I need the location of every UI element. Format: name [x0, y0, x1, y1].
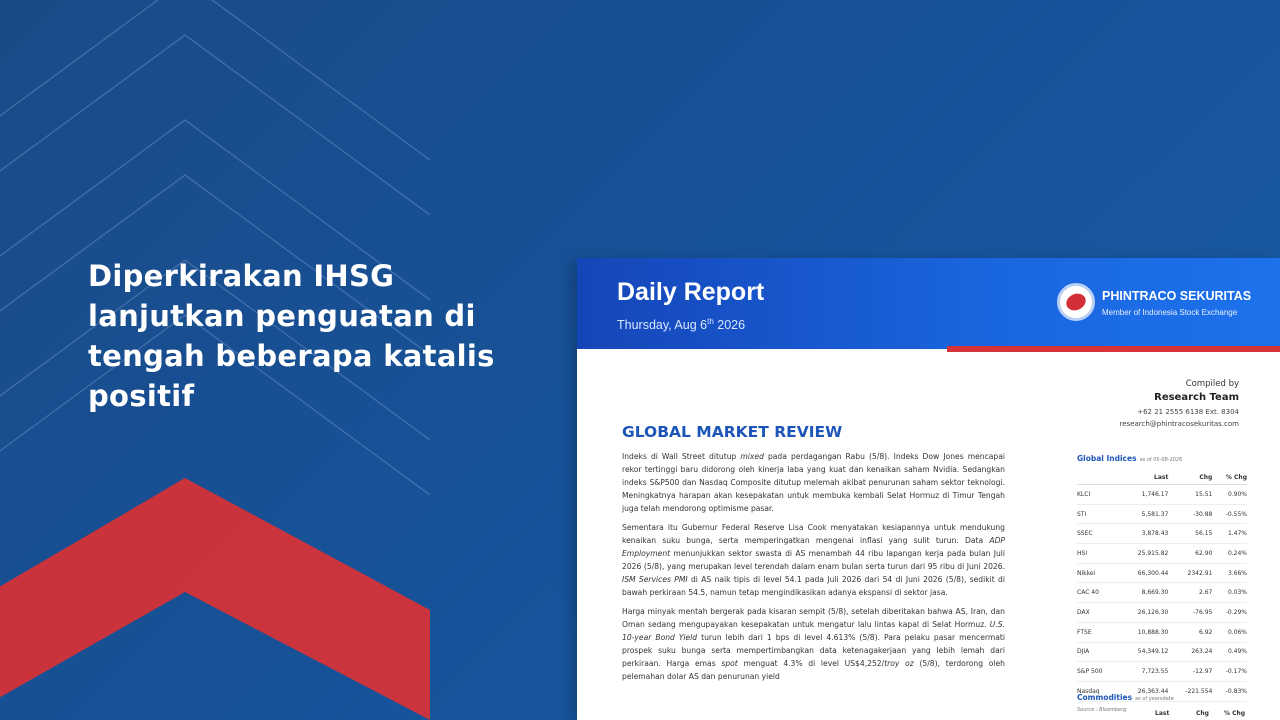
- table-cell: 66,300.44: [1118, 563, 1169, 584]
- brand-name: PHINTRACO SEKURITAS: [1102, 289, 1252, 303]
- table-cell: 8,669.30: [1118, 582, 1169, 604]
- column-header: Chg: [1196, 710, 1209, 717]
- table-cell: -12.97: [1168, 661, 1213, 682]
- table-cell: -30.88: [1168, 504, 1213, 525]
- column-header: % Chg: [1224, 710, 1246, 717]
- table-cell: 1,746.17: [1118, 484, 1169, 505]
- daily-report-document: Daily Report Thursday, Aug 6th 2026 PHIN…: [577, 258, 1280, 720]
- table-cell: 3.66%: [1212, 563, 1247, 584]
- table-row: KLCI 1,746.17 15.51 0.90%: [1077, 484, 1247, 505]
- table-cell: FTSE: [1077, 622, 1119, 643]
- table-cell: -0.17%: [1212, 661, 1247, 682]
- table-cell: 25,915.82: [1118, 543, 1169, 564]
- report-title: Daily Report: [617, 278, 765, 306]
- global-indices-title: Global Indices as of 05-08-2026: [1077, 454, 1183, 463]
- compiled-phone: +62 21 2555 6138 Ext. 8304: [1137, 408, 1239, 416]
- table-cell: -221.554: [1168, 681, 1213, 702]
- table-cell: 5,581.37: [1118, 504, 1169, 525]
- table-cell: 15.51: [1168, 484, 1213, 505]
- table-cell: -76.95: [1168, 602, 1213, 623]
- table-cell: 1.47%: [1212, 523, 1247, 545]
- table-cell: 0.06%: [1212, 622, 1247, 643]
- column-header: % Chg: [1212, 471, 1247, 485]
- column-header: [1077, 471, 1119, 485]
- table-cell: 54,349.12: [1118, 642, 1169, 663]
- table-cell: 10,888.30: [1118, 622, 1169, 643]
- paragraph-3: Harga minyak mentah bergerak pada kisara…: [622, 607, 1005, 681]
- table-row: STI 5,581.37 -30.88 -0.55%: [1077, 504, 1247, 525]
- compiled-label: Compiled by: [1185, 379, 1239, 389]
- commodities-title: Commodities as of yearsdate: [1077, 693, 1174, 702]
- table-cell: CAC 40: [1077, 582, 1119, 604]
- global-indices-table: Last Chg% Chg KLCI 1,746.17 15.51 0.90% STI 5,…: [1077, 471, 1247, 702]
- table-cell: 26,126.30: [1118, 602, 1169, 623]
- table-row: DAX 26,126.30 -76.95 -0.29%: [1077, 602, 1247, 623]
- global-indices-panel: Global Indices as of 05-08-2026 Last Chg% …: [1077, 454, 1247, 713]
- table-cell: 0.24%: [1212, 543, 1247, 564]
- table-row: SSEC 3,878.43 56.15 1.47%: [1077, 523, 1247, 545]
- table-cell: 0.03%: [1212, 582, 1247, 604]
- paragraph-1: Indeks di Wall Street ditutup mixed pada…: [622, 452, 1005, 513]
- table-cell: 6.92: [1168, 622, 1213, 643]
- table-row: FTSE 10,888.30 6.92 0.06%: [1077, 622, 1247, 643]
- column-header: Last: [1155, 710, 1170, 717]
- table-row: HSI 25,915.82 62.90 0.24%: [1077, 543, 1247, 564]
- table-row: Nikkei 66,300.44 2342.91 3.66%: [1077, 563, 1247, 584]
- table-cell: STI: [1077, 504, 1119, 525]
- report-body: Indeks di Wall Street ditutup mixed pada…: [622, 450, 1005, 689]
- compiled-team: Research Team: [1154, 392, 1239, 403]
- table-cell: 263.24: [1168, 642, 1213, 663]
- table-cell: 56.15: [1168, 523, 1213, 545]
- table-cell: 0.90%: [1212, 484, 1247, 505]
- table-cell: 3,878.43: [1118, 523, 1169, 545]
- paragraph-2: Sementara itu Gubernur Federal Reserve L…: [622, 523, 1005, 597]
- table-cell: 0.49%: [1212, 642, 1247, 663]
- table-cell: HSI: [1077, 543, 1119, 564]
- phintraco-logo-icon: [1057, 283, 1095, 321]
- table-cell: DAX: [1077, 602, 1119, 623]
- brand-subtitle: Member of Indonesia Stock Exchange: [1102, 308, 1238, 317]
- compiled-email: research@phintracosekuritas.com: [1119, 420, 1240, 428]
- table-cell: Nikkei: [1077, 563, 1119, 584]
- table-cell: -0.83%: [1212, 681, 1247, 702]
- table-cell: 62.90: [1168, 543, 1213, 564]
- table-row: DJIA 54,349.12 263.24 0.49%: [1077, 642, 1247, 663]
- report-date: Thursday, Aug 6th 2026: [617, 317, 746, 333]
- report-header: Daily Report Thursday, Aug 6th 2026 PHIN…: [577, 258, 1280, 349]
- table-row: CAC 40 8,669.30 2.67 0.03%: [1077, 582, 1247, 604]
- table-cell: SSEC: [1077, 523, 1119, 545]
- column-header: Chg: [1168, 471, 1213, 485]
- table-cell: -0.55%: [1212, 504, 1247, 525]
- table-cell: 2.67: [1168, 582, 1213, 604]
- table-cell: S&P 500: [1077, 661, 1119, 682]
- table-cell: KLCI: [1077, 484, 1119, 505]
- table-row: S&P 500 7,723.55 -12.97 -0.17%: [1077, 661, 1247, 682]
- table-cell: 7,723.55: [1118, 661, 1169, 682]
- table-cell: 2342.91: [1168, 563, 1213, 584]
- column-header: Last: [1118, 471, 1169, 485]
- table-cell: -0.29%: [1212, 602, 1247, 623]
- headline: Diperkirakan IHSG lanjutkan penguatan di…: [88, 259, 495, 413]
- section-title: GLOBAL MARKET REVIEW: [622, 423, 843, 441]
- accent-bar: [947, 346, 1280, 352]
- table-cell: DJIA: [1077, 642, 1119, 663]
